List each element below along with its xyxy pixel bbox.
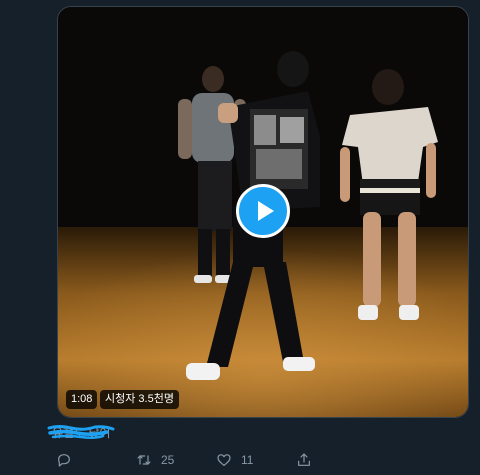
retweet-icon [137,455,151,465]
tweet-actions: 25 11 [0,448,480,472]
video-duration: 1:08 [66,390,98,409]
redaction-scribble [47,425,115,440]
share-button[interactable] [296,448,312,472]
video-player[interactable]: 1:08 시청자 3.5천명 [57,6,469,418]
retweet-count: 25 [161,453,175,467]
like-button[interactable]: 11 [216,448,253,472]
heart-icon [217,454,231,466]
reply-icon [58,454,70,467]
share-icon [298,453,310,466]
reply-button[interactable] [56,448,72,472]
play-button[interactable] [236,184,290,238]
view-count: 시청자 3.5천명 [100,390,179,409]
like-count: 11 [241,453,254,467]
play-icon [258,201,274,221]
retweet-button[interactable]: 25 [136,448,174,472]
tweet: 1:08 시청자 3.5천명 유혈도 났어 25 11 [0,0,480,475]
